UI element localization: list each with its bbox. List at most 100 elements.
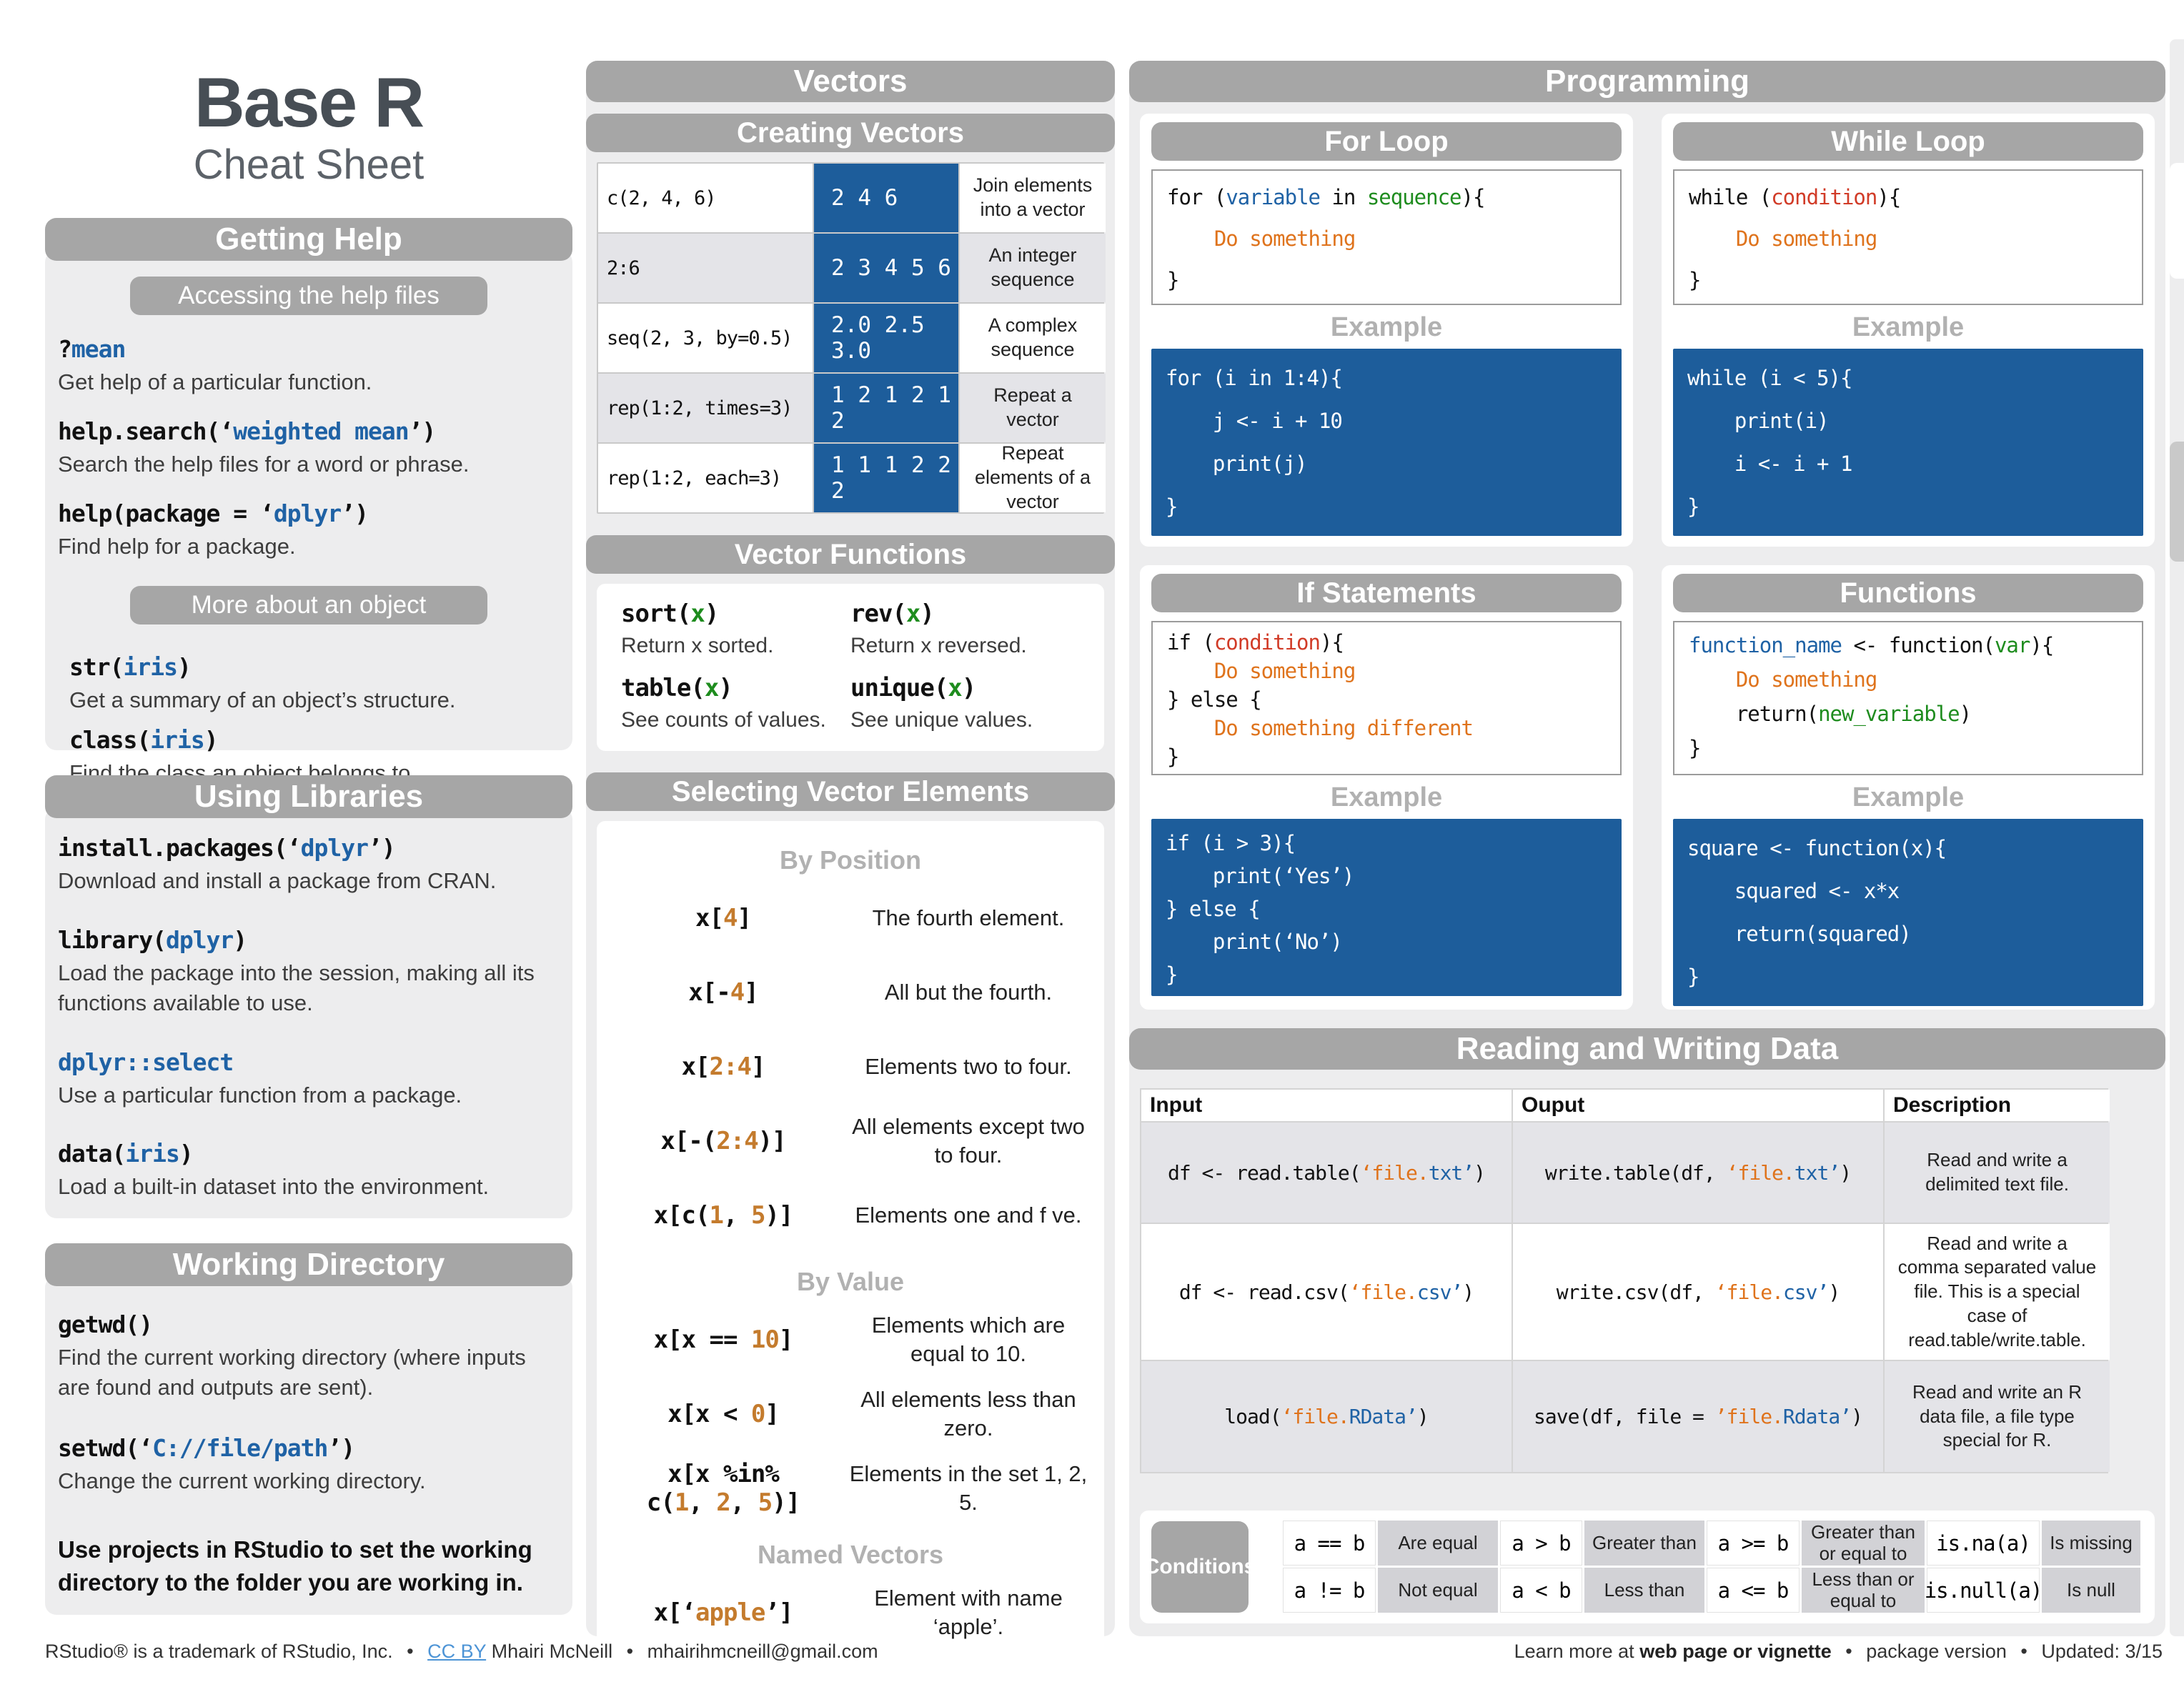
separator-dot: • (627, 1641, 633, 1662)
rstudio-projects-note: Use projects in RStudio to set the worki… (58, 1533, 560, 1599)
section-using-libraries: Using Libraries install.packages(‘dplyr’… (45, 775, 572, 1218)
code-snippet: x[-(2:4)] (605, 1127, 841, 1155)
code-snippet: x[-4] (605, 978, 841, 1007)
cell-description: Join elements into a vector (960, 164, 1106, 232)
list-item: x[4] The fourth element. (605, 881, 1096, 955)
code-snippet: rev(x) (850, 599, 1080, 628)
code-description: Get a summary of an object’s structure. (69, 685, 560, 715)
page-edge-white-sliver (2170, 163, 2184, 279)
list-item: x[c(1, 5)] Elements one and f ve. (605, 1178, 1096, 1253)
sheet-title-block: Base R Cheat Sheet (45, 66, 572, 189)
cell-result: 1 2 1 2 1 2 (814, 374, 958, 442)
code-description: Use a particular function from a package… (58, 1080, 560, 1110)
subsection-pill-more-object: More about an object (130, 586, 487, 624)
function-example: square <- function(x){ squared <- x*x re… (1673, 819, 2143, 1006)
code-description: Elements which are equal to 10. (841, 1311, 1096, 1369)
code-description: Load a built-in dataset into the environ… (58, 1172, 560, 1202)
library-entry: dplyr::select Use a particular function … (58, 1048, 560, 1110)
cc-by-link[interactable]: CC BY (427, 1641, 486, 1662)
conditions-grid: a == b Are equal a > b Greater than a >=… (1283, 1521, 2140, 1613)
cell-description: A complex sequence (960, 304, 1106, 372)
base-r-cheat-sheet: Base R Cheat Sheet Getting Help Accessin… (0, 0, 2184, 1687)
cell-result: 2 3 4 5 6 (814, 234, 958, 302)
help-entry: help.search(‘weighted mean’) Search the … (58, 417, 560, 479)
cell-description: An integer sequence (960, 234, 1106, 302)
code-snippet: x[4] (605, 904, 841, 932)
library-entry: library(dplyr) Load the package into the… (58, 926, 560, 1018)
code-snippet: table(x) (621, 674, 850, 702)
code-snippet: setwd(‘C://file/path’) (58, 1434, 560, 1462)
footer-right: Learn more at web page or vignette • pac… (1514, 1641, 2163, 1663)
group-label-named-vectors: Named Vectors (605, 1540, 1096, 1570)
help-entry: ?mean Get help of a particular function. (58, 335, 560, 397)
list-item: x[-4] All but the fourth. (605, 955, 1096, 1030)
code-description: Element with name ‘apple’. (841, 1584, 1096, 1642)
separator-dot: • (1845, 1641, 1852, 1662)
programming-header: Programming (1129, 61, 2165, 102)
cell-description: Read and write an R data file, a file ty… (1885, 1361, 2110, 1472)
code-snippet: help(package = ‘dplyr’) (58, 499, 560, 527)
vector-functions-header: Vector Functions (586, 535, 1115, 574)
condition-code: a <= b (1707, 1568, 1800, 1613)
author-email: mhairihmcneill@gmail.com (647, 1641, 878, 1662)
cell-code: 2:6 (598, 234, 813, 302)
code-snippet: x[x < 0] (605, 1400, 841, 1428)
code-description: Get help of a particular function. (58, 367, 560, 397)
list-item: x[x < 0] All elements less than zero. (605, 1377, 1096, 1451)
code-snippet: str(iris) (69, 653, 560, 681)
help-entry: help(package = ‘dplyr’) Find help for a … (58, 499, 560, 562)
column-header-input: Input (1141, 1090, 1512, 1121)
cell-result: 2.0 2.5 3.0 (814, 304, 958, 372)
code-description: Elements one and f ve. (841, 1201, 1096, 1230)
selecting-elements-panel: By Position x[4] The fourth element. x[-… (597, 821, 1104, 1668)
for-loop-syntax: for (variable in sequence){ Do something… (1151, 169, 1622, 305)
example-label: Example (1151, 312, 1622, 343)
code-description: Download and install a package from CRAN… (58, 866, 560, 896)
for-loop-panel: For Loop for (variable in sequence){ Do … (1140, 114, 1633, 547)
library-entry: install.packages(‘dplyr’) Download and i… (58, 834, 560, 896)
creating-vectors-table: c(2, 4, 6) 2 4 6 Join elements into a ve… (597, 162, 1104, 514)
condition-label: Greater than or equal to (1802, 1521, 1925, 1566)
group-label-by-position: By Position (605, 845, 1096, 875)
if-functions-row: If Statements if (condition){ Do somethi… (1140, 565, 2155, 1010)
condition-code: a < b (1500, 1568, 1582, 1613)
code-description: Search the help files for a word or phra… (58, 449, 560, 479)
code-snippet: data(iris) (58, 1140, 560, 1168)
code-description: Elements in the set 1, 2, 5. (841, 1460, 1096, 1518)
condition-label: Is null (2042, 1568, 2140, 1613)
section-getting-help: Getting Help Accessing the help files ?m… (45, 218, 572, 750)
wd-entry: getwd() Find the current working directo… (58, 1310, 560, 1403)
function-entry: table(x) See counts of values. (621, 674, 850, 732)
condition-label: Less than or equal to (1802, 1568, 1925, 1613)
section-working-directory: Working Directory getwd() Find the curre… (45, 1243, 572, 1615)
vectors-header: Vectors (586, 61, 1115, 102)
code-snippet: x[x %in%c(1, 2, 5)] (605, 1460, 841, 1517)
cell-result: 2 4 6 (814, 164, 958, 232)
section-header: Using Libraries (45, 775, 572, 818)
cell-code: rep(1:2, times=3) (598, 374, 813, 442)
condition-label: Are equal (1378, 1521, 1498, 1566)
list-item: x[-(2:4)] All elements except two to fou… (605, 1104, 1096, 1178)
cell-description: Repeat elements of a vector (960, 444, 1106, 512)
sheet-title: Base R (45, 66, 572, 139)
list-item: x[x %in%c(1, 2, 5)] Elements in the set … (605, 1451, 1096, 1526)
help-entry: str(iris) Get a summary of an object’s s… (58, 653, 560, 715)
conditions-panel: Conditions a == b Are equal a > b Greate… (1140, 1511, 2155, 1623)
cell-input-code: load(‘file.RData’) (1141, 1361, 1512, 1472)
cell-code: rep(1:2, each=3) (598, 444, 813, 512)
cell-output-code: write.table(df, ‘file.txt’) (1513, 1123, 1883, 1223)
condition-code: is.null(a) (1927, 1568, 2040, 1613)
section-panel: install.packages(‘dplyr’) Download and i… (45, 808, 572, 1218)
code-snippet: getwd() (58, 1310, 560, 1338)
example-label: Example (1673, 782, 2143, 813)
code-snippet: x[c(1, 5)] (605, 1201, 841, 1230)
code-snippet: install.packages(‘dplyr’) (58, 834, 560, 862)
vector-functions-panel: sort(x) Return x sorted. rev(x) Return x… (597, 584, 1104, 751)
cell-description: Read and write a delimited text file. (1885, 1123, 2110, 1223)
webpage-vignette-link[interactable]: web page or vignette (1639, 1641, 1832, 1662)
page-edge-strip (2170, 39, 2184, 1636)
for-loop-header: For Loop (1151, 122, 1622, 161)
code-snippet: sort(x) (621, 599, 850, 628)
section-panel: Accessing the help files ?mean Get help … (45, 251, 572, 750)
loops-row: For Loop for (variable in sequence){ Do … (1140, 114, 2155, 547)
